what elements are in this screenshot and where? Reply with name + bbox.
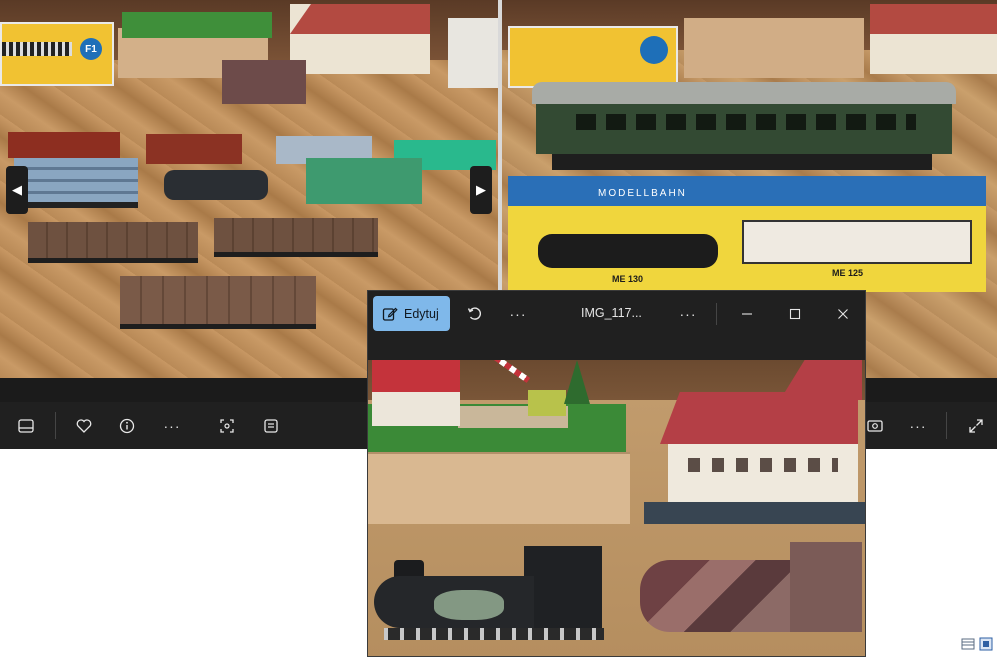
small-house — [372, 360, 460, 426]
red-wagon — [8, 132, 120, 158]
box-label-me125: ME 125 — [832, 268, 864, 278]
edit-image-icon — [382, 307, 398, 321]
window-title: IMG_117... — [581, 306, 642, 320]
crossing-barrier — [493, 360, 531, 383]
photos-window[interactable]: Edytuj ··· IMG_117... ··· — [367, 290, 866, 657]
green-base — [122, 12, 272, 38]
f1-box — [508, 26, 678, 88]
model-house — [870, 4, 997, 74]
details-view-icon[interactable] — [961, 637, 975, 651]
close-icon — [838, 308, 848, 319]
photo-icon — [867, 419, 883, 432]
large-icons-view-icon[interactable] — [979, 637, 993, 651]
title-separator — [716, 303, 717, 325]
signal-post — [448, 18, 498, 88]
tree — [564, 360, 590, 404]
maximize-icon — [789, 308, 801, 319]
close-button[interactable] — [824, 296, 862, 331]
fit-icon — [220, 418, 234, 433]
box-brand-text: MODELLBAHN — [598, 188, 687, 199]
taskbar-view-icons — [961, 637, 995, 655]
cardboard-box — [684, 18, 864, 78]
loco-top — [222, 60, 306, 104]
expand-icon — [969, 418, 983, 433]
tender — [640, 542, 864, 634]
green-hut — [528, 390, 566, 416]
tank-wagon — [164, 170, 268, 200]
large-house — [660, 360, 865, 506]
prev-photo-button[interactable]: ◀ — [6, 166, 28, 214]
red-wagon-2 — [146, 134, 242, 164]
cardboard-box — [368, 452, 630, 524]
f1-logo: F1 — [80, 38, 102, 60]
toolbar-separator — [55, 412, 56, 439]
rotate-button[interactable] — [456, 296, 494, 331]
rotate-icon — [467, 306, 482, 320]
modellbahn-box: MODELLBAHN ME 130 ME 125 — [508, 176, 986, 292]
flat-wagon — [28, 222, 198, 263]
f1-box: F1 — [0, 22, 114, 86]
minimize-icon — [742, 312, 752, 315]
main-photo — [368, 360, 865, 656]
toolbar-separator — [946, 412, 947, 439]
flat-wagon-3 — [120, 276, 316, 329]
maximize-button[interactable] — [776, 296, 814, 331]
title-bar[interactable]: Edytuj ··· IMG_117... ··· — [368, 291, 865, 360]
favorite-button[interactable] — [64, 402, 104, 449]
info-icon — [119, 418, 135, 433]
flat-wagon-2 — [214, 218, 378, 257]
green-van — [306, 158, 422, 204]
minimize-button[interactable] — [728, 296, 766, 331]
text-select-button[interactable] — [251, 402, 291, 449]
green-coach — [532, 82, 956, 174]
edit-button-label: Edytuj — [404, 306, 439, 321]
expand-button[interactable] — [956, 402, 996, 449]
heart-icon — [76, 418, 92, 433]
filmstrip-button[interactable] — [6, 402, 46, 449]
box-label-me130: ME 130 — [612, 274, 644, 284]
more-button[interactable]: ··· — [499, 296, 537, 331]
more-button-right[interactable]: ··· — [898, 402, 938, 449]
pipe-wagon — [14, 158, 138, 208]
more-button[interactable]: ··· — [152, 402, 192, 449]
edit-button[interactable]: Edytuj — [373, 296, 450, 331]
steam-locomotive — [374, 546, 610, 642]
more-button-2[interactable]: ··· — [669, 296, 707, 331]
model-house — [290, 4, 430, 74]
text-select-icon — [264, 418, 278, 433]
filmstrip-icon — [18, 418, 34, 433]
fit-button[interactable] — [207, 402, 247, 449]
house-base — [644, 502, 865, 524]
next-photo-button[interactable]: ▶ — [470, 166, 492, 214]
info-button[interactable] — [107, 402, 147, 449]
